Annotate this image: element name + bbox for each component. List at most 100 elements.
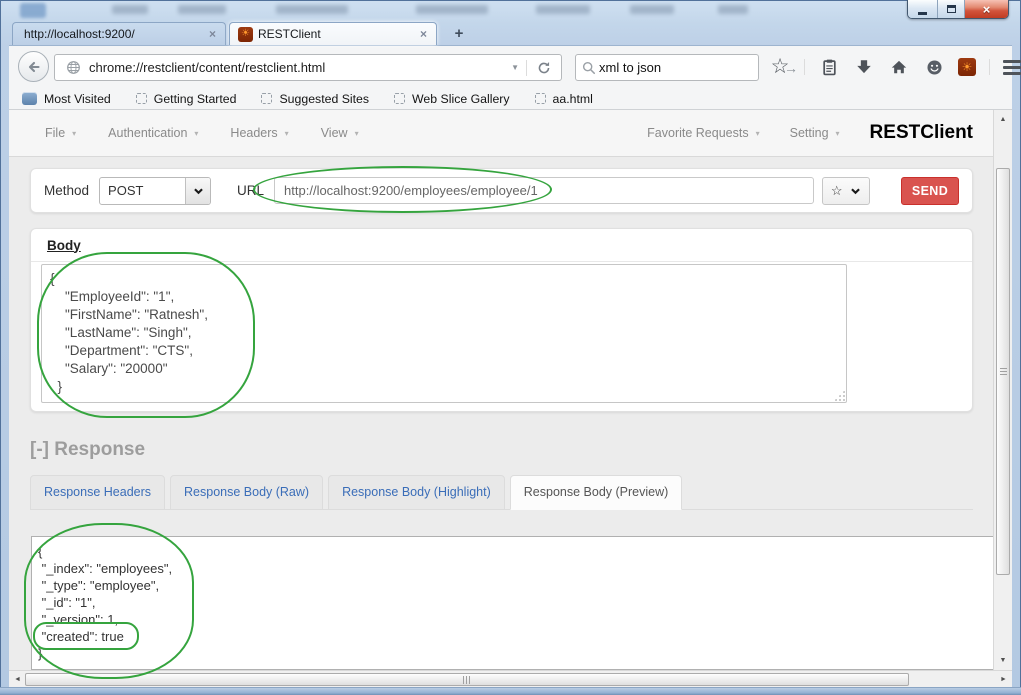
bookmark-placeholder-icon (534, 93, 546, 104)
method-value: POST (108, 183, 144, 198)
minimize-button[interactable] (908, 0, 937, 18)
downloads-icon[interactable] (853, 55, 875, 79)
restclient-addon-icon[interactable]: ☀ (958, 58, 976, 76)
tab-close-icon[interactable]: × (200, 27, 225, 41)
back-button[interactable] (18, 51, 49, 82)
search-icon (582, 56, 596, 80)
favorite-star-icon[interactable]: ☆ (831, 183, 843, 199)
bookmark-label: Suggested Sites (279, 91, 370, 106)
menu-favorite-requests[interactable]: Favorite Requests ▾ (647, 126, 759, 140)
bookmark-most-visited[interactable]: Most Visited (22, 92, 111, 106)
sun-glyph: ☀ (961, 60, 973, 74)
tab-restclient[interactable]: ☀ RESTClient × (229, 22, 437, 45)
navigation-toolbar: chrome://restclient/content/restclient.h… (9, 45, 1021, 88)
scroll-right-icon[interactable]: ► (996, 671, 1011, 687)
clipboard-icon[interactable] (818, 55, 840, 79)
close-window-button[interactable]: × (964, 0, 1008, 18)
request-url-input[interactable] (274, 177, 815, 204)
method-select[interactable]: POST (99, 176, 212, 205)
back-arrow-icon (28, 61, 40, 72)
request-body-textarea[interactable]: { "EmployeeId": "1", "FirstName": "Ratne… (41, 264, 847, 403)
search-input[interactable] (599, 60, 775, 75)
vertical-scrollbar-thumb[interactable] (996, 168, 1010, 575)
new-tab-button[interactable]: + (447, 25, 471, 43)
menu-left-group: File ▾ Authentication ▾ Headers ▾ View ▾ (45, 126, 359, 140)
titlebar-blur-decor (630, 5, 674, 14)
chevron-down-icon: ▾ (284, 128, 289, 138)
menu-headers[interactable]: Headers ▾ (230, 126, 288, 140)
scrollbar-grip-icon (463, 676, 471, 684)
url-history-chevron-icon[interactable] (850, 187, 861, 195)
response-json: { "_index": "employees", "_type": "emplo… (38, 544, 173, 661)
toolbar-icons: ☆ ☀ (769, 52, 1021, 82)
response-heading[interactable]: [-] Response (30, 439, 145, 461)
menu-hamburger-icon[interactable] (1003, 59, 1021, 75)
divider (804, 59, 805, 75)
scroll-down-icon[interactable]: ▼ (994, 653, 1012, 668)
vertical-scrollbar[interactable]: ▲ ▼ (993, 110, 1012, 670)
horizontal-scrollbar-thumb[interactable] (25, 673, 909, 686)
menu-view[interactable]: View ▾ (321, 126, 359, 140)
minimize-icon (918, 11, 927, 15)
scroll-up-icon[interactable]: ▲ (994, 112, 1012, 127)
bookmark-placeholder-icon (261, 93, 273, 104)
bookmark-getting-started[interactable]: Getting Started (135, 92, 236, 106)
response-preview-box: { "_index": "employees", "_type": "emplo… (31, 536, 993, 670)
method-label: Method (44, 183, 90, 198)
titlebar-blur-decor (178, 5, 226, 14)
bookmark-suggested-sites[interactable]: Suggested Sites (261, 92, 369, 106)
menu-right-group: Favorite Requests ▾ Setting ▾ RESTClient (647, 122, 973, 144)
browser-window: × http://localhost:9200/ × ☀ RESTClient … (0, 0, 1021, 695)
bookmark-aa-html[interactable]: aa.html (534, 91, 593, 106)
bookmark-placeholder-icon (394, 93, 406, 104)
tab-response-body-highlight[interactable]: Response Body (Highlight) (328, 475, 505, 510)
reload-icon[interactable] (533, 56, 555, 80)
horizontal-scrollbar[interactable]: ◄ ► (9, 670, 1012, 687)
tab-localhost[interactable]: http://localhost:9200/ × (12, 22, 226, 45)
bookmark-star-icon[interactable]: ☆ (769, 55, 791, 79)
bookmark-label: Web Slice Gallery (412, 91, 510, 106)
body-header: Body (31, 229, 972, 262)
send-button[interactable]: SEND (901, 176, 959, 205)
titlebar-blur-decor (276, 5, 348, 14)
home-icon[interactable] (888, 55, 910, 79)
titlebar: × (0, 0, 1021, 22)
urlbar-dropdown-icon[interactable]: ▼ (511, 63, 519, 72)
favorite-url-group: ☆ (822, 176, 871, 205)
titlebar-blur-decor (20, 3, 46, 18)
url-label: URL (237, 183, 265, 198)
restclient-menubar: File ▾ Authentication ▾ Headers ▾ View ▾ Fav… (9, 110, 993, 157)
menu-file[interactable]: File ▾ (45, 126, 76, 140)
feedback-smiley-icon[interactable] (923, 55, 945, 79)
maximize-button[interactable] (937, 0, 964, 18)
tab-close-icon[interactable]: × (411, 27, 436, 41)
bookmarks-bar: Most Visited Getting Started Suggested S… (9, 88, 1012, 110)
request-panel: Method POST URL ☆ SEND (30, 168, 973, 213)
body-title: Body (47, 237, 81, 253)
page-viewport: File ▾ Authentication ▾ Headers ▾ View ▾ Fav… (9, 110, 993, 670)
address-bar[interactable]: chrome://restclient/content/restclient.h… (54, 54, 562, 81)
titlebar-blur-decor (718, 5, 748, 14)
chevron-down-icon: ▾ (835, 128, 840, 138)
window-frame-bottom (0, 687, 1021, 695)
titlebar-blur-decor (112, 5, 148, 14)
most-visited-icon (22, 92, 37, 105)
menu-authentication[interactable]: Authentication ▾ (108, 126, 198, 140)
tab-response-body-preview[interactable]: Response Body (Preview) (509, 475, 683, 510)
tab-response-headers[interactable]: Response Headers (30, 475, 166, 510)
scroll-left-icon[interactable]: ◄ (10, 671, 25, 687)
restclient-logo: RESTClient (869, 122, 973, 143)
scrollbar-grip-icon (1000, 367, 1007, 376)
tab-title: RESTClient (258, 27, 321, 41)
tab-response-body-raw[interactable]: Response Body (Raw) (170, 475, 324, 510)
bookmark-web-slice-gallery[interactable]: Web Slice Gallery (394, 92, 510, 106)
maximize-icon (946, 5, 956, 13)
tab-bar: http://localhost:9200/ × ☀ RESTClient × … (0, 22, 1021, 45)
titlebar-blur-decor (536, 5, 590, 14)
chevron-down-icon: ▾ (354, 128, 359, 138)
search-bar[interactable]: → (575, 54, 798, 81)
bookmark-label: aa.html (552, 91, 593, 106)
select-dropmarker-icon[interactable] (185, 177, 211, 204)
divider (989, 59, 990, 75)
menu-setting[interactable]: Setting ▾ (790, 126, 840, 140)
